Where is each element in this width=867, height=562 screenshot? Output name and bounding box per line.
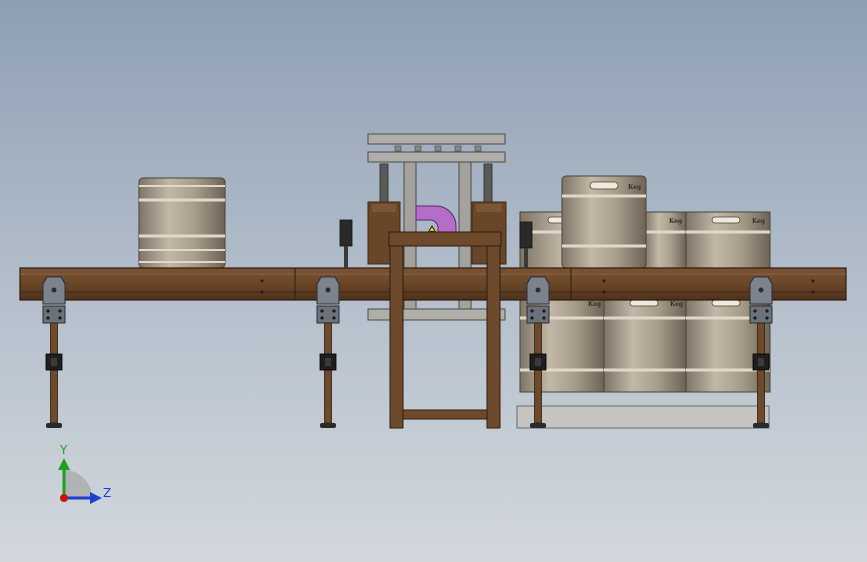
cad-viewport[interactable]: Keg Keg Keg Keg Keg Y Z <box>0 0 867 562</box>
conveyor-leg <box>316 276 340 428</box>
conveyor-rail <box>19 267 847 301</box>
keg <box>603 297 687 393</box>
origin-dot <box>60 494 68 502</box>
z-axis-label: Z <box>103 486 112 500</box>
keg-label: Keg <box>670 301 684 308</box>
base-plate <box>516 405 770 429</box>
y-axis-label: Y <box>60 443 68 457</box>
conveyor-assembly-drawing: Keg Keg Keg Keg Keg <box>19 133 847 504</box>
conveyor-leg <box>42 276 66 428</box>
keg-label: Keg <box>588 301 602 308</box>
keg-label: Keg <box>752 218 766 225</box>
front-keg: Keg <box>561 175 647 269</box>
coordinate-triad <box>58 458 102 504</box>
x-axis-arc <box>64 470 92 498</box>
keg-label: Keg <box>669 218 683 225</box>
lower-keg-row: Keg Keg <box>519 297 771 393</box>
sensor-left <box>339 219 353 268</box>
left-keg <box>138 177 226 269</box>
keg-label: Keg <box>628 184 642 191</box>
